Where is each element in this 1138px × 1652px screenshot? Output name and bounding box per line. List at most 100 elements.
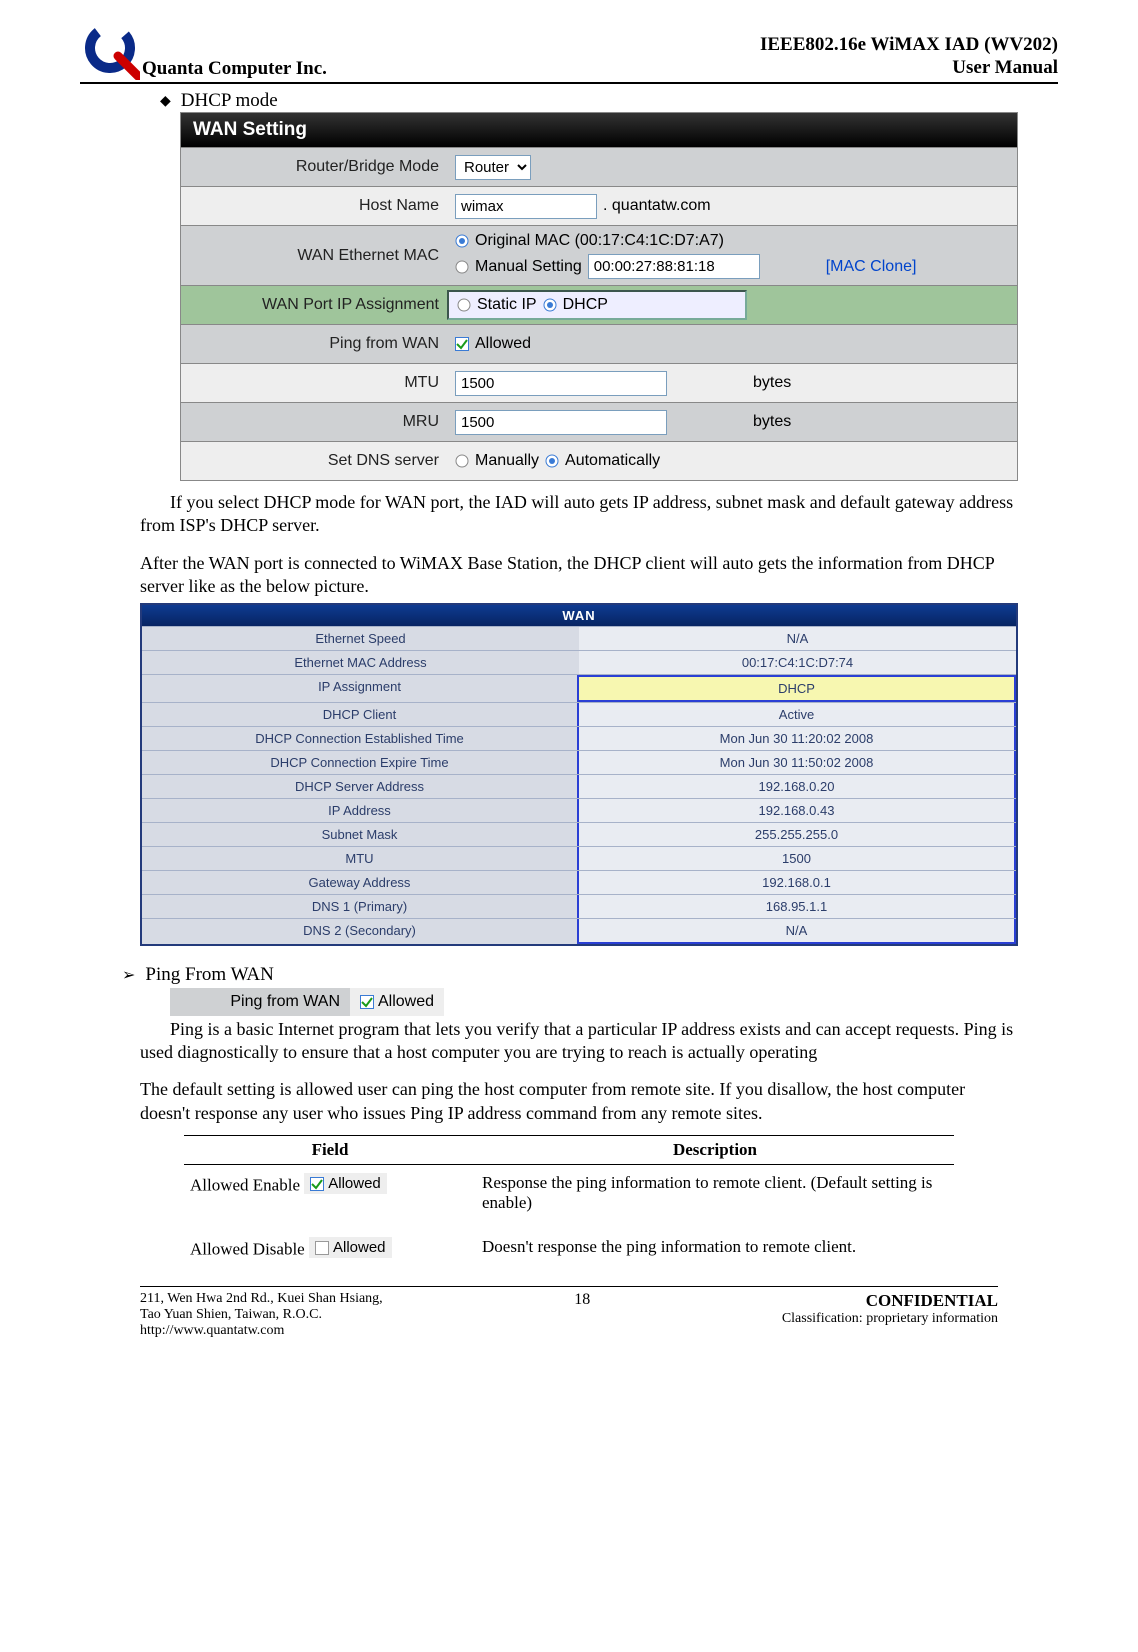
status-label: DHCP Connection Established Time — [142, 727, 577, 750]
manual-mac-input[interactable] — [588, 254, 760, 279]
status-label: DHCP Client — [142, 703, 577, 726]
footer-url: http://www.quantatw.com — [140, 1323, 383, 1339]
page-number: 18 — [552, 1291, 612, 1339]
dns-auto-label: Automatically — [565, 452, 660, 470]
wan-setting-panel: WAN Setting Router/Bridge Mode Router Ho… — [180, 112, 1018, 481]
row-host-name: Host Name . quantatw.com — [181, 186, 1017, 225]
status-label: IP Address — [142, 799, 577, 822]
label-router-bridge: Router/Bridge Mode — [181, 152, 447, 182]
wan-status-title: WAN — [142, 605, 1016, 626]
status-label: DHCP Server Address — [142, 775, 577, 798]
ping-heading: Ping From WAN — [145, 964, 273, 986]
ping-from-wan-snippet: Ping from WAN Allowed — [170, 988, 1058, 1016]
doc-title-line1: IEEE802.16e WiMAX IAD (WV202) — [760, 33, 1058, 57]
radio-dns-auto[interactable] — [545, 454, 559, 468]
router-bridge-select[interactable]: Router — [455, 155, 531, 180]
classification-label: Classification: proprietary information — [782, 1311, 998, 1327]
manual-mac-label: Manual Setting — [475, 258, 582, 276]
allowed-enable-label: Allowed Enable — [190, 1176, 300, 1195]
mac-clone-link[interactable]: [MAC Clone] — [826, 258, 917, 276]
status-label: Ethernet Speed — [142, 627, 579, 650]
status-label: IP Assignment — [142, 675, 577, 702]
status-value: Active — [577, 703, 1016, 726]
checkbox-allowed-disable-icon — [315, 1241, 329, 1255]
doc-title-line2: User Manual — [760, 56, 1058, 80]
page-footer: 211, Wen Hwa 2nd Rd., Kuei Shan Hsiang, … — [140, 1286, 998, 1339]
status-value: Mon Jun 30 11:20:02 2008 — [577, 727, 1016, 750]
radio-dns-manual[interactable] — [455, 454, 469, 468]
allowed-enable-desc: Response the ping information to remote … — [476, 1165, 954, 1230]
status-value: 192.168.0.43 — [577, 799, 1016, 822]
label-wan-mac: WAN Ethernet MAC — [181, 241, 447, 271]
field-description-table: Field Description Allowed Enable Allowed… — [184, 1135, 954, 1276]
mtu-input[interactable] — [455, 371, 667, 396]
mtu-unit: bytes — [753, 374, 791, 392]
paragraph-4: The default setting is allowed user can … — [140, 1078, 1018, 1125]
host-name-suffix: . quantatw.com — [603, 197, 711, 215]
arrow-icon: ➢ — [122, 965, 135, 985]
table-row: Allowed Enable Allowed Response the ping… — [184, 1165, 954, 1230]
dns-manual-label: Manually — [475, 452, 539, 470]
status-label: DNS 1 (Primary) — [142, 895, 577, 918]
status-value: 192.168.0.1 — [577, 871, 1016, 894]
paragraph-3: Ping is a basic Internet program that le… — [140, 1018, 1018, 1065]
company-logo — [80, 20, 140, 80]
checkbox-ping-snippet[interactable] — [360, 995, 374, 1009]
row-ping-wan: Ping from WAN Allowed — [181, 324, 1017, 363]
status-value: 168.95.1.1 — [577, 895, 1016, 918]
doc-title: IEEE802.16e WiMAX IAD (WV202) User Manua… — [760, 33, 1058, 81]
row-wan-mac: WAN Ethernet MAC Original MAC (00:17:C4:… — [181, 225, 1017, 285]
wan-status-table: WAN Ethernet SpeedN/A Ethernet MAC Addre… — [140, 603, 1018, 946]
allowed-disable-chk-text: Allowed — [333, 1239, 386, 1256]
row-router-bridge: Router/Bridge Mode Router — [181, 147, 1017, 186]
allowed-disable-label: Allowed Disable — [190, 1240, 305, 1259]
status-label: Subnet Mask — [142, 823, 577, 846]
radio-static-ip[interactable] — [457, 298, 471, 312]
status-label: Gateway Address — [142, 871, 577, 894]
status-value: N/A — [577, 919, 1016, 944]
status-label: DHCP Connection Expire Time — [142, 751, 577, 774]
radio-manual-mac[interactable] — [455, 260, 469, 274]
company-name: Quanta Computer Inc. — [142, 58, 327, 80]
ping-snippet-text: Allowed — [378, 993, 434, 1011]
ping-snippet-label: Ping from WAN — [170, 988, 350, 1016]
footer-addr2: Tao Yuan Shien, Taiwan, R.O.C. — [140, 1307, 383, 1323]
diamond-icon: ◆ — [160, 93, 171, 110]
checkbox-allowed-enable-icon — [310, 1177, 324, 1191]
bullet-text: DHCP mode — [181, 90, 278, 112]
page-header: Quanta Computer Inc. IEEE802.16e WiMAX I… — [80, 20, 1058, 84]
row-mtu: MTU bytes — [181, 363, 1017, 402]
original-mac-label: Original MAC (00:17:C4:1C:D7:A7) — [475, 232, 724, 250]
row-mru: MRU bytes — [181, 402, 1017, 441]
host-name-input[interactable] — [455, 194, 597, 219]
label-ping-wan: Ping from WAN — [181, 329, 447, 359]
status-value: 00:17:C4:1C:D7:74 — [579, 651, 1016, 674]
status-value: DHCP — [577, 675, 1016, 702]
label-mtu: MTU — [181, 368, 447, 398]
confidential-label: CONFIDENTIAL — [782, 1291, 998, 1311]
label-host-name: Host Name — [181, 191, 447, 221]
label-mru: MRU — [181, 407, 447, 437]
allowed-enable-chk-text: Allowed — [328, 1175, 381, 1192]
status-value: 255.255.255.0 — [577, 823, 1016, 846]
paragraph-2: After the WAN port is connected to WiMAX… — [140, 552, 1018, 599]
status-label: Ethernet MAC Address — [142, 651, 579, 674]
status-value: Mon Jun 30 11:50:02 2008 — [577, 751, 1016, 774]
status-value: 1500 — [577, 847, 1016, 870]
status-label: MTU — [142, 847, 577, 870]
mru-input[interactable] — [455, 410, 667, 435]
ping-allowed-label: Allowed — [475, 335, 531, 353]
checkbox-ping-allowed[interactable] — [455, 337, 469, 351]
wan-setting-title: WAN Setting — [181, 113, 1017, 147]
status-value: 192.168.0.20 — [577, 775, 1016, 798]
table-row: Allowed Disable Allowed Doesn't response… — [184, 1229, 954, 1276]
radio-dhcp[interactable] — [543, 298, 557, 312]
radio-original-mac[interactable] — [455, 234, 469, 248]
allowed-disable-desc: Doesn't response the ping information to… — [476, 1229, 954, 1276]
dhcp-label: DHCP — [563, 296, 608, 314]
label-dns: Set DNS server — [181, 446, 447, 476]
status-label: DNS 2 (Secondary) — [142, 919, 577, 944]
status-value: N/A — [579, 627, 1016, 650]
label-port-ip: WAN Port IP Assignment — [181, 290, 447, 320]
row-port-ip: WAN Port IP Assignment Static IP DHCP — [181, 285, 1017, 324]
